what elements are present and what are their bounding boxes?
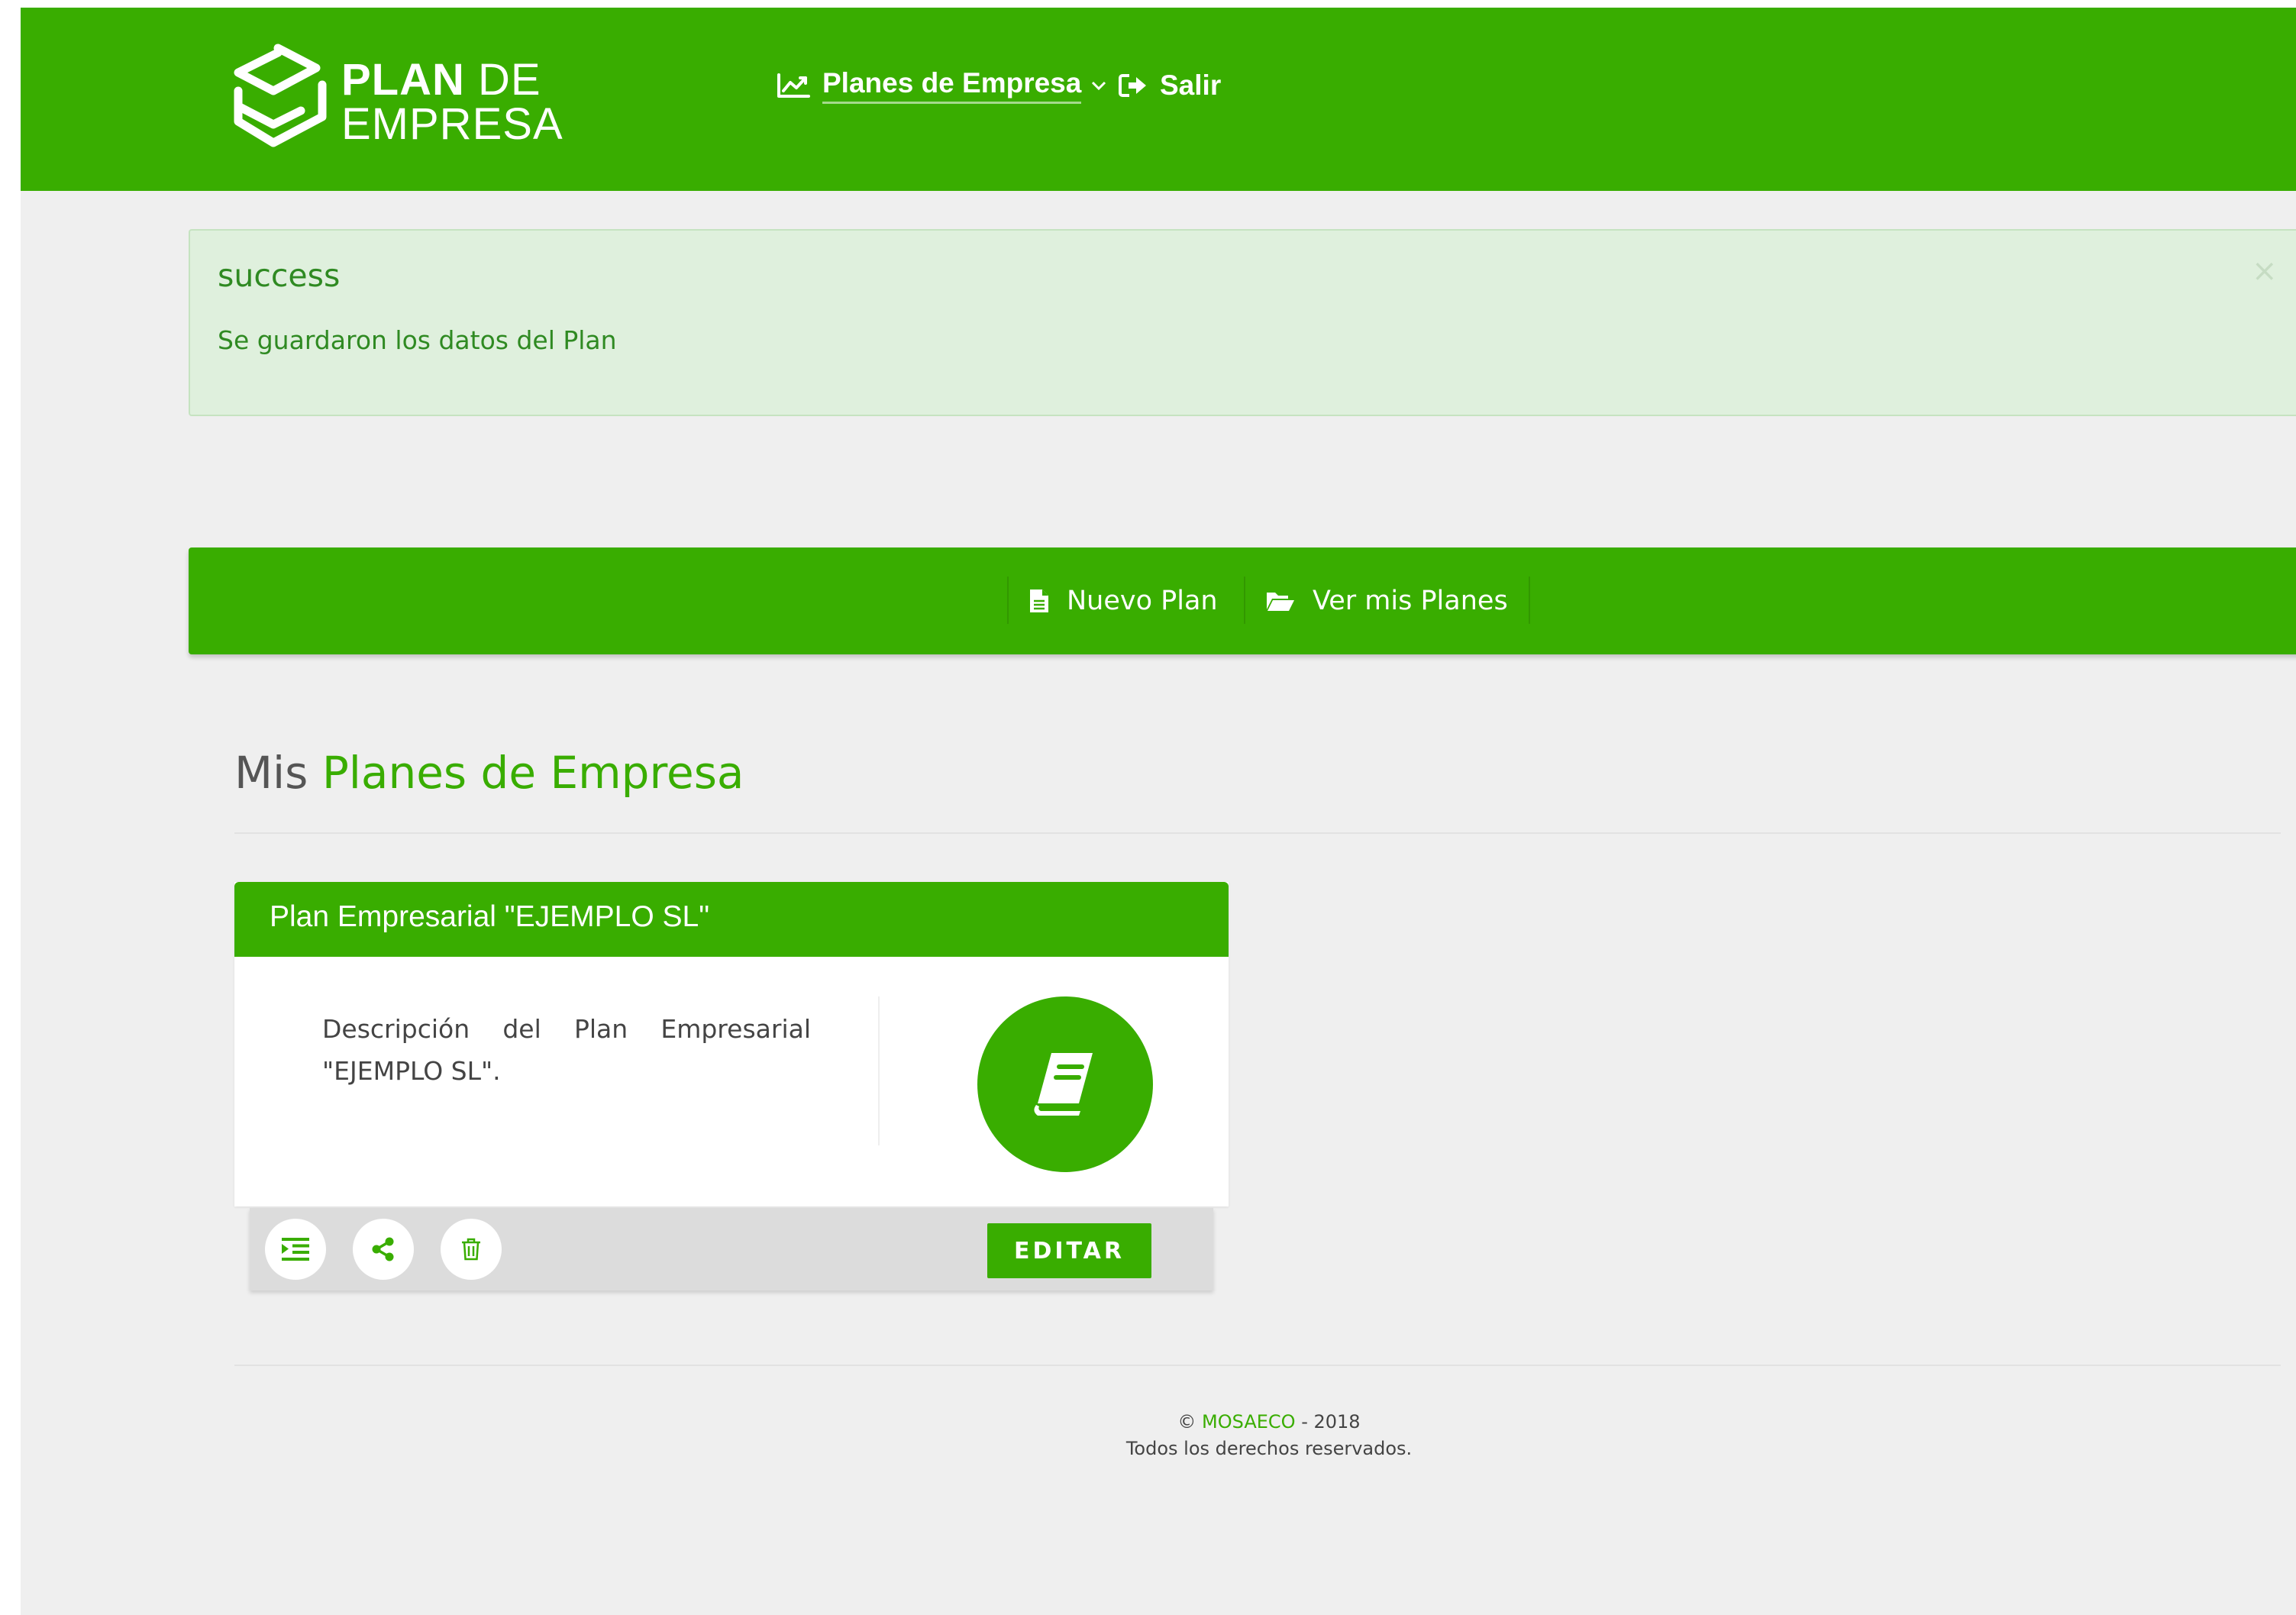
copyright-line: © MOSAECO - 2018 <box>784 1409 1754 1436</box>
plan-card-header: Plan Empresarial "EJEMPLO SL" <box>234 882 1229 957</box>
new-plan-label: Nuevo Plan <box>1067 586 1218 616</box>
alert-message: Se guardaron los datos del Plan <box>218 325 617 355</box>
edit-button[interactable]: EDITAR <box>987 1223 1151 1278</box>
folder-open-icon <box>1267 593 1294 611</box>
divider <box>1529 577 1530 624</box>
brand-logo[interactable]: PLAN DE EMPRESA <box>231 42 563 164</box>
page-title-highlight: Planes de Empresa <box>321 747 744 799</box>
nav-planes-de-empresa[interactable]: Planes de Empresa <box>777 66 1107 105</box>
logo-text-line1: PLAN DE <box>341 55 541 105</box>
new-plan-button[interactable]: Nuevo Plan <box>1029 578 1218 624</box>
alert-title: success <box>218 257 341 294</box>
trash-icon <box>462 1238 480 1261</box>
action-bar: Nuevo Plan Ver mis Planes <box>189 547 2296 654</box>
open-plan-button[interactable] <box>977 996 1153 1172</box>
divider <box>1244 577 1245 624</box>
plan-card: Plan Empresarial "EJEMPLO SL" Descripció… <box>234 882 1229 1206</box>
nav-salir[interactable]: Salir <box>1119 66 1221 105</box>
delete-button[interactable] <box>441 1219 502 1280</box>
close-icon[interactable]: × <box>2252 254 2278 289</box>
app-page: PLAN DE EMPRESA Planes de Empresa Salir <box>21 8 2296 1615</box>
plan-card-footer: EDITAR <box>250 1208 1213 1290</box>
view-plans-button[interactable]: Ver mis Planes <box>1265 578 1508 624</box>
copyright-symbol: © <box>1177 1411 1196 1433</box>
page-title-prefix: Mis <box>234 747 308 799</box>
divider <box>234 832 2281 834</box>
footer-brand-link[interactable]: MOSAECO <box>1202 1411 1296 1433</box>
line-chart-icon <box>777 73 810 98</box>
plan-card-description: Descripción del Plan Empresarial "EJEMPL… <box>322 1014 811 1086</box>
cube-logo-icon <box>234 44 327 147</box>
chevron-down-icon <box>1092 81 1106 91</box>
share-icon <box>372 1237 394 1261</box>
file-icon <box>1030 589 1048 612</box>
divider <box>1007 577 1009 624</box>
success-alert: success Se guardaron los datos del Plan … <box>189 229 2296 416</box>
nav-salir-label: Salir <box>1160 69 1222 101</box>
book-icon <box>1034 1053 1093 1116</box>
divider <box>234 1365 2281 1366</box>
page-footer: © MOSAECO - 2018 Todos los derechos rese… <box>784 1409 1754 1462</box>
divider <box>878 996 880 1145</box>
logo-text-line2: EMPRESA <box>341 99 564 149</box>
plan-card-title: Plan Empresarial "EJEMPLO SL" <box>270 900 710 933</box>
share-button[interactable] <box>353 1219 414 1280</box>
sign-out-icon <box>1119 74 1146 97</box>
top-navbar: PLAN DE EMPRESA Planes de Empresa Salir <box>21 8 2296 191</box>
indent-list-icon <box>282 1238 309 1261</box>
page-title: Mis Planes de Empresa <box>234 747 744 799</box>
footer-rights: Todos los derechos reservados. <box>1125 1438 1413 1459</box>
view-plans-label: Ver mis Planes <box>1313 586 1508 616</box>
nav-planes-label: Planes de Empresa <box>822 67 1082 104</box>
outline-button[interactable] <box>265 1219 326 1280</box>
footer-year: - 2018 <box>1301 1411 1361 1433</box>
